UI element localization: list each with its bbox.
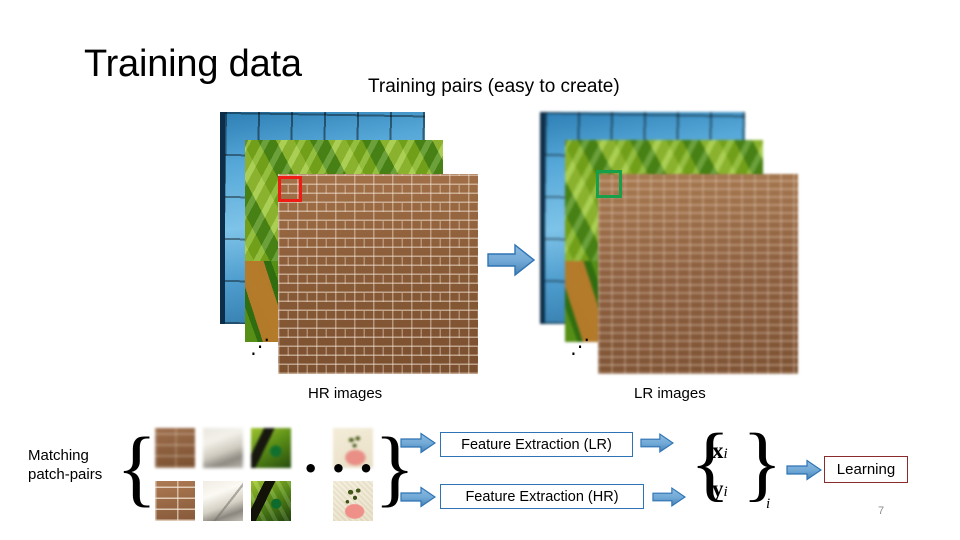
patch-hr-4 — [333, 481, 373, 521]
math-x-var: x — [712, 438, 724, 463]
brick-offset-detail — [278, 174, 478, 374]
feature-extraction-hr-box[interactable]: Feature Extraction (HR) — [440, 484, 644, 509]
right-arrow-icon — [400, 432, 437, 454]
hr-layer-brick-image — [278, 174, 478, 374]
patch-lr-1 — [155, 428, 195, 468]
arrow-to-feature-extraction-lr — [400, 432, 437, 459]
matching-label-line1: Matching — [28, 447, 89, 464]
patch-row-ellipsis: • • • — [303, 455, 376, 483]
patch-lr-3 — [251, 428, 291, 468]
arrow-from-feature-extraction-hr — [652, 486, 687, 513]
feature-extraction-lr-box[interactable]: Feature Extraction (LR) — [440, 432, 633, 457]
lr-stack-ellipsis: ⋰ — [570, 334, 590, 358]
math-y-subscript: i — [723, 484, 728, 500]
math-brace-close: } — [742, 417, 783, 510]
page-title: Training data — [84, 43, 302, 85]
feature-pairs-math: { xi yi } i — [690, 422, 782, 524]
matching-label-line2: patch-pairs — [28, 466, 103, 483]
lr-patch-marker — [596, 170, 622, 198]
hr-image-stack: ⋰ — [220, 112, 490, 377]
patch-hr-2 — [203, 481, 243, 521]
math-y-var: y — [712, 476, 724, 501]
subtitle: Training pairs (easy to create) — [368, 76, 620, 97]
slide-canvas: Training data Training pairs (easy to cr… — [0, 0, 960, 540]
patch-lr-2 — [203, 428, 243, 468]
arrow-to-feature-extraction-hr — [400, 486, 437, 513]
patch-hr-1 — [155, 481, 195, 521]
right-arrow-icon — [786, 459, 823, 481]
right-arrow-icon — [640, 432, 675, 454]
math-outer-subscript: i — [766, 496, 771, 512]
arrow-to-learning — [786, 459, 823, 486]
hr-to-lr-arrow — [487, 243, 536, 282]
matching-patch-pairs-label: Matching patch-pairs — [28, 446, 124, 484]
lr-image-stack: ⋰ — [540, 112, 815, 377]
patch-brace-open: { — [116, 419, 158, 515]
learning-box[interactable]: Learning — [824, 456, 908, 483]
right-arrow-icon — [487, 243, 536, 277]
math-x-subscript: i — [723, 446, 728, 462]
lr-images-caption: LR images — [634, 385, 706, 402]
hr-stack-ellipsis: ⋰ — [250, 334, 270, 358]
lr-layer-brick-image — [598, 174, 798, 374]
right-arrow-icon — [652, 486, 687, 508]
hr-images-caption: HR images — [308, 385, 383, 402]
patch-hr-3 — [251, 481, 291, 521]
hr-patch-marker — [278, 176, 302, 202]
slide-number: 7 — [878, 505, 885, 517]
right-arrow-icon — [400, 486, 437, 508]
arrow-from-feature-extraction-lr — [640, 432, 675, 459]
